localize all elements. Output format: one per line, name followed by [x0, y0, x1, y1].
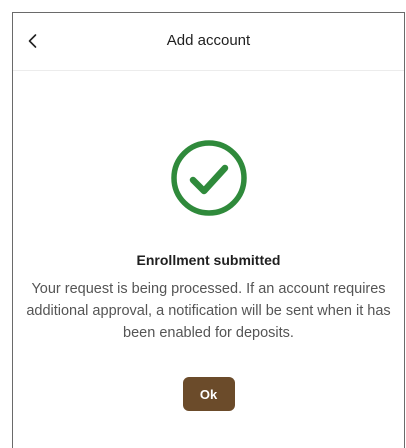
- header-bar: Add account: [13, 13, 404, 71]
- status-title: Enrollment submitted: [136, 252, 281, 268]
- status-message: Your request is being processed. If an a…: [26, 281, 391, 341]
- ok-button[interactable]: Ok: [182, 377, 235, 411]
- page-title: Add account: [166, 32, 251, 49]
- check-circle-icon: [169, 138, 249, 218]
- app-frame: Add account Enrollment submitted Your re…: [12, 12, 405, 448]
